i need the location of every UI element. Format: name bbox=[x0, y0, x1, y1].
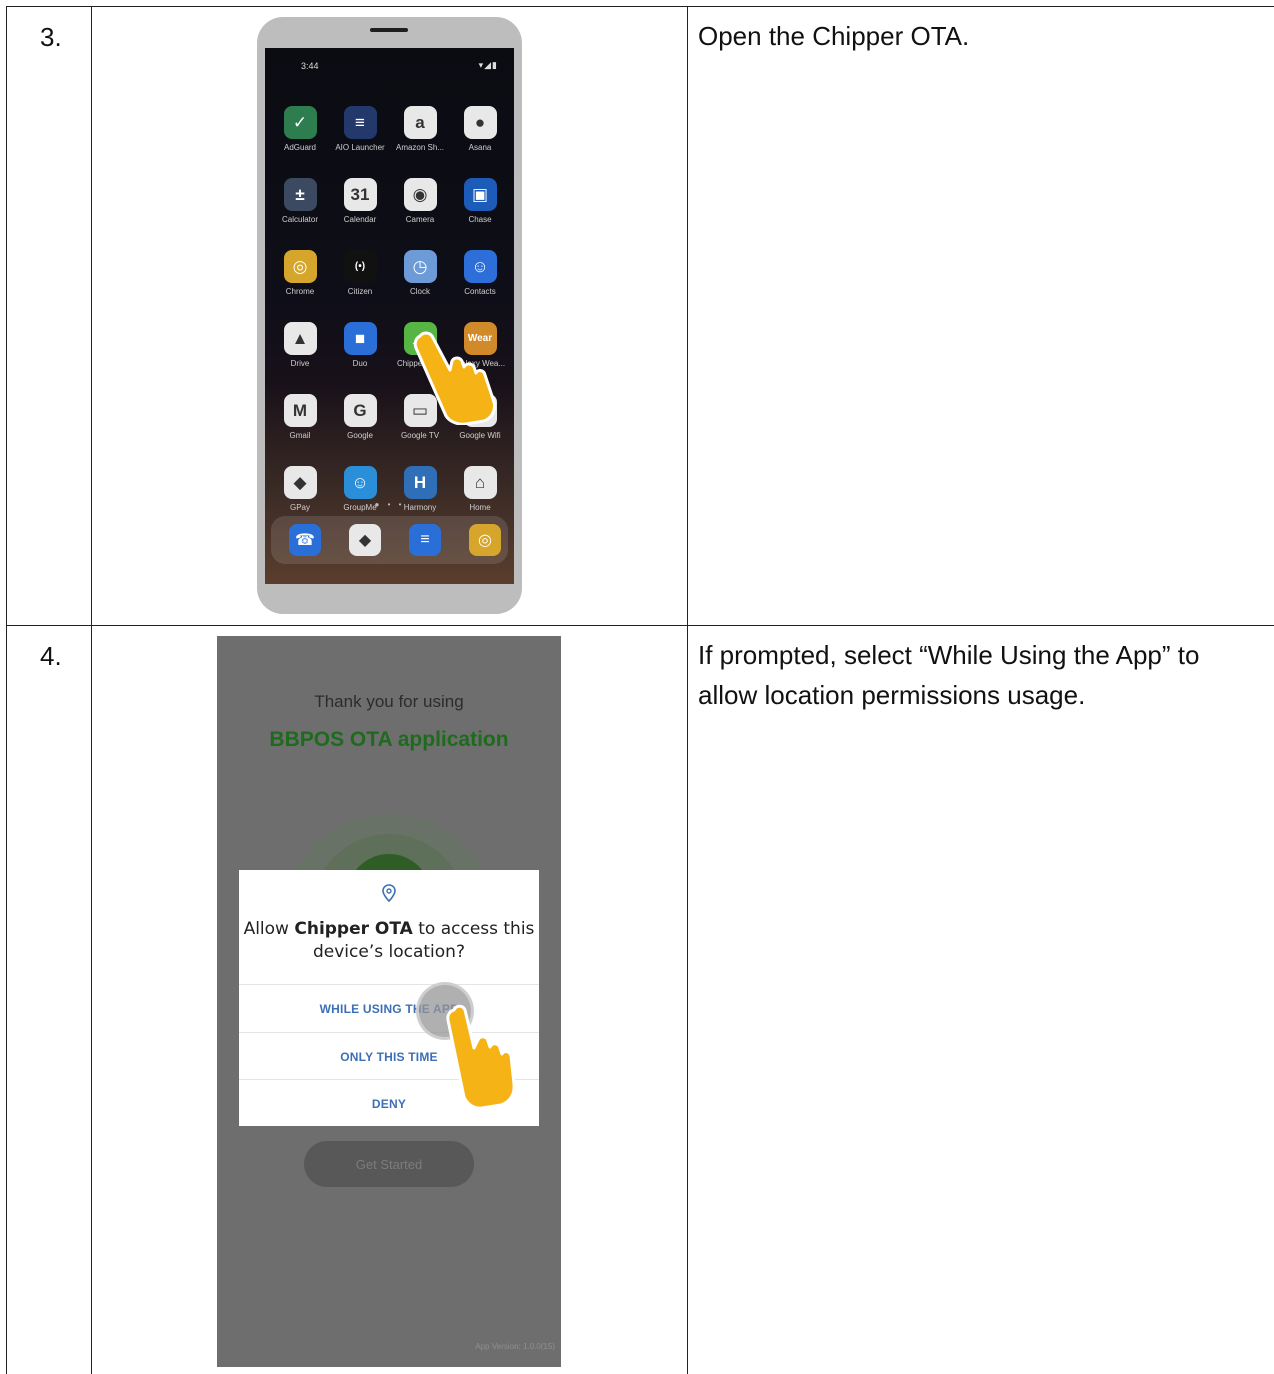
step-instruction: Open the Chipper OTA. bbox=[698, 21, 970, 51]
dialog-message-prefix: Allow bbox=[243, 919, 295, 939]
pointing-hand-icon bbox=[446, 1004, 516, 1110]
table-left-border bbox=[6, 6, 7, 1374]
app-label: AdGuard bbox=[283, 143, 317, 152]
app-icon-drive[interactable]: ▲ Drive bbox=[269, 322, 331, 368]
app-icon-calendar[interactable]: 31 Calendar bbox=[329, 178, 391, 224]
app-glyph-icon: ◎ bbox=[283, 250, 317, 283]
app-glyph-icon: ■ bbox=[343, 322, 377, 355]
app-glyph-icon: H bbox=[403, 466, 437, 499]
table-column-divider-2 bbox=[687, 6, 688, 1374]
table-row-divider bbox=[6, 625, 1274, 626]
dock-app-icon[interactable]: ≡ bbox=[409, 524, 441, 556]
status-time: 3:44 bbox=[301, 61, 319, 71]
app-icon-citizen[interactable]: (•) Citizen bbox=[329, 250, 391, 296]
app-glyph-icon: ⌂ bbox=[463, 466, 497, 499]
step-number: 3. bbox=[40, 22, 62, 52]
app-icon-clock[interactable]: ◷ Clock bbox=[389, 250, 451, 296]
app-label: Google TV bbox=[400, 431, 440, 440]
app-icon-chrome[interactable]: ◎ Chrome bbox=[269, 250, 331, 296]
app-glyph-icon: ▲ bbox=[283, 322, 317, 355]
app-label: Gmail bbox=[289, 431, 311, 440]
dock-app-icon[interactable]: ◆ bbox=[349, 524, 381, 556]
app-glyph-icon: ◷ bbox=[403, 250, 437, 283]
app-glyph-icon: ◆ bbox=[283, 466, 317, 499]
dock-app-icon[interactable]: ☎ bbox=[289, 524, 321, 556]
status-bar: 3:44 ▾◢▮ bbox=[265, 48, 514, 82]
app-label: Contacts bbox=[464, 287, 496, 296]
app-icon-camera[interactable]: ◉ Camera bbox=[389, 178, 451, 224]
thanks-text: Thank you for using bbox=[314, 692, 464, 711]
app-label: Calendar bbox=[343, 215, 377, 224]
page-indicator: ● • • bbox=[374, 500, 405, 509]
dock-app-icon[interactable]: ◎ bbox=[469, 524, 501, 556]
app-label: Asana bbox=[468, 143, 492, 152]
app-glyph-icon: ☺ bbox=[343, 466, 377, 499]
app-icon-calculator[interactable]: ± Calculator bbox=[269, 178, 331, 224]
app-icon-asana[interactable]: ● Asana bbox=[449, 106, 511, 152]
app-label: Citizen bbox=[347, 287, 373, 296]
app-label: Amazon Sh... bbox=[395, 143, 445, 152]
step-instruction: If prompted, select “While Using the App… bbox=[698, 640, 1200, 710]
app-glyph-icon: ● bbox=[463, 106, 497, 139]
app-version: App Version: 1.0.0(15) bbox=[475, 1342, 555, 1351]
location-pin-icon bbox=[382, 884, 396, 902]
app-glyph-icon: ☺ bbox=[463, 250, 497, 283]
app-name-heading: BBPOS OTA application bbox=[269, 728, 509, 751]
table-top-border bbox=[6, 6, 1274, 7]
app-label: Google bbox=[347, 431, 373, 440]
phone-mockup: 3:44 ▾◢▮ ✓ AdGuard ≡ AIO Launcher a Amazon Sh… bbox=[257, 17, 522, 614]
app-label: Chrome bbox=[285, 287, 315, 296]
app-label: Duo bbox=[352, 359, 368, 368]
app-icon-duo[interactable]: ■ Duo bbox=[329, 322, 391, 368]
app-label: Google Wifi bbox=[459, 431, 501, 440]
table-column-divider-1 bbox=[91, 6, 92, 1374]
app-label: Drive bbox=[290, 359, 310, 368]
app-icon-amazon-sh[interactable]: a Amazon Sh... bbox=[389, 106, 451, 152]
home-screen: 3:44 ▾◢▮ ✓ AdGuard ≡ AIO Launcher a Amazon Sh… bbox=[265, 48, 514, 584]
app-label: Chase bbox=[468, 215, 492, 224]
app-glyph-icon: (•) bbox=[343, 250, 377, 283]
get-started-button[interactable]: Get Started bbox=[304, 1141, 474, 1187]
app-glyph-icon: M bbox=[283, 394, 317, 427]
app-icon-aio-launcher[interactable]: ≡ AIO Launcher bbox=[329, 106, 391, 152]
status-icons: ▾◢▮ bbox=[478, 60, 498, 70]
app-icon-gmail[interactable]: M Gmail bbox=[269, 394, 331, 440]
app-label: Calculator bbox=[281, 215, 318, 224]
app-glyph-icon: a bbox=[403, 106, 437, 139]
app-glyph-icon: ◉ bbox=[403, 178, 437, 211]
app-dock: ☎ ◆ ≡ ◎ bbox=[271, 516, 508, 564]
app-icon-contacts[interactable]: ☺ Contacts bbox=[449, 250, 511, 296]
app-glyph-icon: 31 bbox=[343, 178, 377, 211]
step-number: 4. bbox=[40, 641, 62, 671]
pointing-hand-icon bbox=[413, 331, 496, 425]
app-label: Camera bbox=[405, 215, 435, 224]
dialog-app-name: Chipper OTA bbox=[294, 919, 413, 939]
app-glyph-icon: ▣ bbox=[463, 178, 497, 211]
app-icon-google[interactable]: G Google bbox=[329, 394, 391, 440]
phone-speaker bbox=[370, 28, 408, 32]
app-glyph-icon: G bbox=[343, 394, 377, 427]
app-label: Clock bbox=[409, 287, 430, 296]
app-icon-chase[interactable]: ▣ Chase bbox=[449, 178, 511, 224]
app-glyph-icon: ✓ bbox=[283, 106, 317, 139]
dialog-message: Allow Chipper OTA to access this device’… bbox=[239, 918, 539, 964]
app-glyph-icon: ± bbox=[283, 178, 317, 211]
app-glyph-icon: ≡ bbox=[343, 106, 377, 139]
app-label: AIO Launcher bbox=[335, 143, 385, 152]
app-icon-adguard[interactable]: ✓ AdGuard bbox=[269, 106, 331, 152]
